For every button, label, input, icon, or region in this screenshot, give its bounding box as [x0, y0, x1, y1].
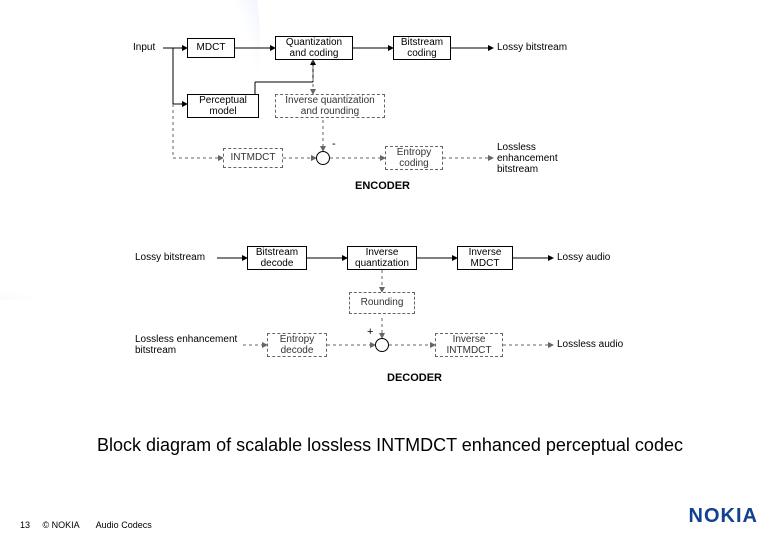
box-entropy-decode: Entropy decode	[267, 333, 327, 357]
box-inverse-intmdct: Inverse INTMDCT	[435, 333, 503, 357]
box-quantization-coding: Quantization and coding	[275, 36, 353, 60]
box-entropy-coding: Entropy coding	[385, 146, 443, 170]
box-intmdct: INTMDCT	[223, 148, 283, 168]
label-lossy-bitstream-out: Lossy bitstream	[497, 42, 567, 53]
box-mdct: MDCT	[187, 38, 235, 58]
copyright-text: © NOKIA	[43, 520, 80, 530]
label-lossy-audio: Lossy audio	[557, 252, 610, 263]
label-decoder: DECODER	[387, 372, 442, 384]
page-number: 13	[20, 520, 40, 530]
box-bitstream-coding: Bitstream coding	[393, 36, 451, 60]
slide-caption: Block diagram of scalable lossless INTMD…	[0, 435, 780, 456]
box-inverse-quantization: Inverse quantization	[347, 246, 417, 270]
box-inverse-mdct: Inverse MDCT	[457, 246, 513, 270]
label-input: Input	[133, 42, 155, 53]
sum-node-encoder	[316, 151, 330, 165]
slide-footer: 13 © NOKIA Audio Codecs	[20, 520, 152, 530]
box-perceptual-model: Perceptual model	[187, 94, 259, 118]
label-plus: +	[367, 326, 373, 338]
slide: Input MDCT Quantization and coding Bitst…	[0, 0, 780, 540]
sum-node-decoder	[375, 338, 389, 352]
label-minus: -	[332, 138, 336, 150]
block-diagram: Input MDCT Quantization and coding Bitst…	[135, 30, 695, 400]
nokia-logo: NOKIA	[689, 505, 758, 528]
box-inverse-quantization-rounding: Inverse quantization and rounding	[275, 94, 385, 118]
box-rounding: Rounding	[349, 292, 415, 314]
footer-title: Audio Codecs	[96, 520, 152, 530]
label-lossless-enhancement-out: Lossless enhancement bitstream	[497, 142, 558, 175]
label-encoder: ENCODER	[355, 180, 410, 192]
box-bitstream-decode: Bitstream decode	[247, 246, 307, 270]
label-lossless-enhancement-in: Lossless enhancement bitstream	[135, 334, 237, 356]
label-lossless-audio: Lossless audio	[557, 339, 623, 350]
label-lossy-bitstream-in: Lossy bitstream	[135, 252, 205, 263]
